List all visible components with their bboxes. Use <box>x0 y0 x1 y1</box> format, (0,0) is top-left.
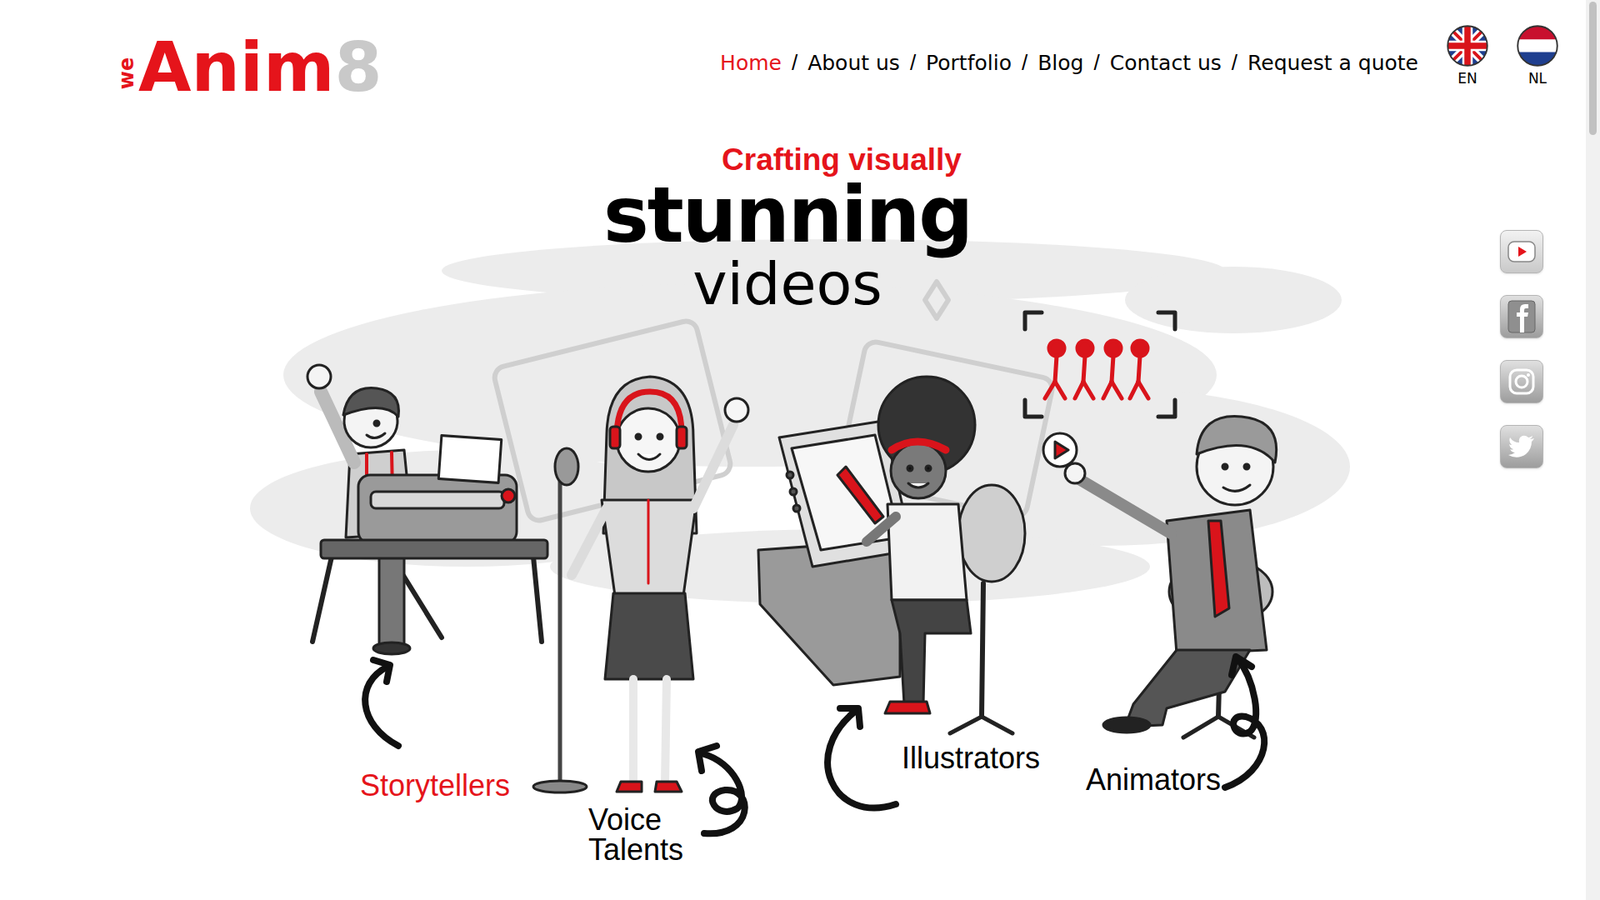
language-label: EN <box>1457 71 1477 86</box>
facebook-icon <box>1507 300 1536 334</box>
twitter-link[interactable] <box>1500 425 1544 469</box>
role-label: Storytellers <box>360 770 510 801</box>
nav-separator: / <box>791 51 798 74</box>
site-header: weAnim8 Home / About us / Portfolio / Blog / Con… <box>0 0 1600 102</box>
nav-link[interactable]: About us <box>807 52 900 74</box>
nav-link[interactable]: Blog <box>1037 52 1084 74</box>
instagram-icon <box>1507 367 1536 396</box>
logo-prefix-box: we <box>115 50 139 97</box>
nav-separator: / <box>1021 51 1028 74</box>
logo-name: Anim <box>138 33 335 102</box>
nav-separator: / <box>1093 51 1100 74</box>
role-label: Animators <box>1085 765 1221 795</box>
social-links <box>1500 230 1544 469</box>
nav-separator: / <box>1231 51 1238 74</box>
nav-link[interactable]: Request a quote <box>1247 52 1419 74</box>
team-illustration <box>0 0 1600 900</box>
main-nav: Home / About us / Portfolio / Blog / Contact us /… <box>720 51 1419 74</box>
uk-flag-icon <box>1446 25 1489 67</box>
youtube-link[interactable] <box>1500 230 1544 274</box>
youtube-icon <box>1507 240 1536 263</box>
language-switcher: EN NL <box>1446 25 1559 86</box>
twitter-icon <box>1507 434 1536 460</box>
logo-suffix: 8 <box>334 33 382 102</box>
scrollbar[interactable] <box>1585 0 1600 900</box>
hero-subline: videos <box>692 254 883 316</box>
instagram-link[interactable] <box>1500 360 1544 404</box>
hero-kicker: Crafting visually <box>721 143 962 178</box>
language-option[interactable]: EN <box>1446 25 1489 86</box>
nav-link[interactable]: Contact us <box>1110 52 1222 74</box>
nav-link[interactable]: Portfolio <box>925 52 1012 74</box>
nl-flag-icon <box>1516 25 1559 67</box>
language-option[interactable]: NL <box>1516 25 1559 86</box>
language-label: NL <box>1528 71 1547 86</box>
nav-link[interactable]: Home <box>720 52 782 74</box>
roles: Storytellers Voice Talents Illustrators Ani… <box>0 0 1600 900</box>
nav-separator: / <box>910 51 916 74</box>
hero: Crafting visuallystunningvideos <box>0 143 1575 315</box>
role-label: Illustrators <box>901 743 1040 774</box>
logo-prefix: we <box>116 57 137 90</box>
scrollbar-thumb[interactable] <box>1589 1 1597 135</box>
facebook-link[interactable] <box>1500 295 1544 339</box>
role-label: Voice Talents <box>588 805 705 865</box>
hero-headline: stunning <box>603 177 972 255</box>
logo[interactable]: weAnim8 <box>115 15 382 102</box>
